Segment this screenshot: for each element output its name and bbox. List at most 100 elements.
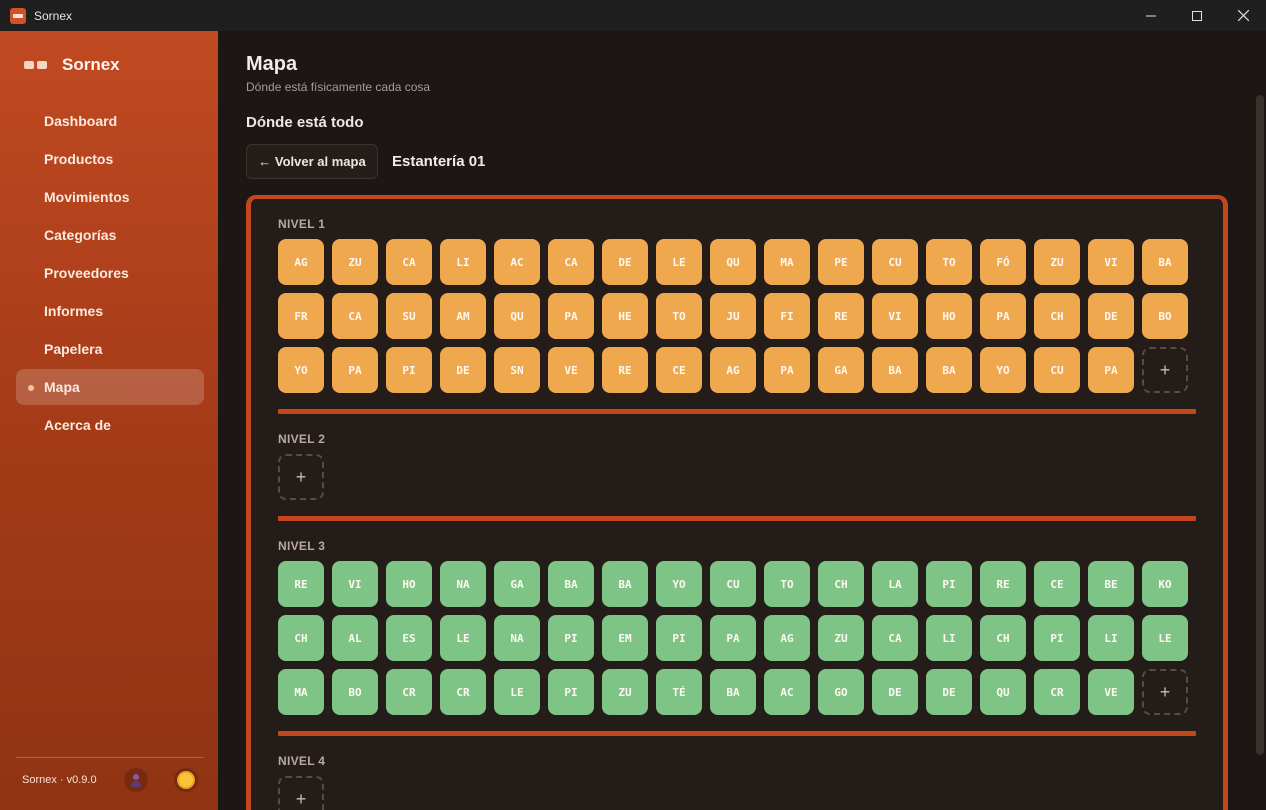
product-tile[interactable]: CU <box>872 239 918 285</box>
product-tile[interactable]: QU <box>710 239 756 285</box>
sidebar-item-proveedores[interactable]: Proveedores <box>16 255 204 291</box>
product-tile[interactable]: TO <box>926 239 972 285</box>
product-tile[interactable]: DE <box>602 239 648 285</box>
product-tile[interactable]: PI <box>386 347 432 393</box>
add-product-button[interactable]: + <box>278 776 324 810</box>
product-tile[interactable]: AG <box>278 239 324 285</box>
product-tile[interactable]: PA <box>980 293 1026 339</box>
product-tile[interactable]: LE <box>656 239 702 285</box>
vertical-scrollbar[interactable] <box>1256 95 1264 755</box>
product-tile[interactable]: HO <box>926 293 972 339</box>
product-tile[interactable]: VE <box>1088 669 1134 715</box>
product-tile[interactable]: HE <box>602 293 648 339</box>
product-tile[interactable]: AL <box>332 615 378 661</box>
product-tile[interactable]: CR <box>440 669 486 715</box>
product-tile[interactable]: GA <box>494 561 540 607</box>
product-tile[interactable]: LE <box>1142 615 1188 661</box>
product-tile[interactable]: PA <box>710 615 756 661</box>
add-product-button[interactable]: + <box>1142 669 1188 715</box>
product-tile[interactable]: RE <box>602 347 648 393</box>
product-tile[interactable]: YO <box>656 561 702 607</box>
sidebar-item-movimientos[interactable]: Movimientos <box>16 179 204 215</box>
product-tile[interactable]: CA <box>872 615 918 661</box>
product-tile[interactable]: PI <box>1034 615 1080 661</box>
product-tile[interactable]: AG <box>710 347 756 393</box>
product-tile[interactable]: DE <box>926 669 972 715</box>
product-tile[interactable]: NA <box>494 615 540 661</box>
product-tile[interactable]: YO <box>278 347 324 393</box>
product-tile[interactable]: CH <box>278 615 324 661</box>
product-tile[interactable]: CH <box>980 615 1026 661</box>
product-tile[interactable]: CA <box>386 239 432 285</box>
product-tile[interactable]: ZU <box>818 615 864 661</box>
product-tile[interactable]: AC <box>764 669 810 715</box>
product-tile[interactable]: LI <box>1088 615 1134 661</box>
sidebar-item-informes[interactable]: Informes <box>16 293 204 329</box>
product-tile[interactable]: VI <box>332 561 378 607</box>
product-tile[interactable]: AC <box>494 239 540 285</box>
maximize-icon[interactable] <box>1174 0 1220 31</box>
product-tile[interactable]: CE <box>656 347 702 393</box>
product-tile[interactable]: BA <box>548 561 594 607</box>
product-tile[interactable]: EM <box>602 615 648 661</box>
product-tile[interactable]: CH <box>818 561 864 607</box>
product-tile[interactable]: SN <box>494 347 540 393</box>
product-tile[interactable]: GO <box>818 669 864 715</box>
user-button[interactable] <box>124 768 148 792</box>
product-tile[interactable]: BA <box>602 561 648 607</box>
product-tile[interactable]: BA <box>1142 239 1188 285</box>
product-tile[interactable]: BA <box>710 669 756 715</box>
product-tile[interactable]: BO <box>1142 293 1188 339</box>
theme-toggle-button[interactable] <box>174 768 198 792</box>
product-tile[interactable]: PE <box>818 239 864 285</box>
product-tile[interactable]: TÉ <box>656 669 702 715</box>
sidebar-item-mapa[interactable]: Mapa <box>16 369 204 405</box>
product-tile[interactable]: LI <box>926 615 972 661</box>
minimize-icon[interactable] <box>1128 0 1174 31</box>
product-tile[interactable]: BE <box>1088 561 1134 607</box>
product-tile[interactable]: ZU <box>332 239 378 285</box>
back-to-map-button[interactable]: ← Volver al mapa <box>246 144 378 179</box>
product-tile[interactable]: AM <box>440 293 486 339</box>
product-tile[interactable]: CH <box>1034 293 1080 339</box>
product-tile[interactable]: RE <box>818 293 864 339</box>
product-tile[interactable]: PA <box>332 347 378 393</box>
product-tile[interactable]: RE <box>980 561 1026 607</box>
product-tile[interactable]: NA <box>440 561 486 607</box>
product-tile[interactable]: ZU <box>602 669 648 715</box>
product-tile[interactable]: LI <box>440 239 486 285</box>
product-tile[interactable]: SU <box>386 293 432 339</box>
product-tile[interactable]: PI <box>926 561 972 607</box>
close-icon[interactable] <box>1220 0 1266 31</box>
add-product-button[interactable]: + <box>1142 347 1188 393</box>
product-tile[interactable]: CR <box>1034 669 1080 715</box>
product-tile[interactable]: CU <box>1034 347 1080 393</box>
product-tile[interactable]: DE <box>440 347 486 393</box>
product-tile[interactable]: CA <box>548 239 594 285</box>
product-tile[interactable]: KO <box>1142 561 1188 607</box>
product-tile[interactable]: TO <box>764 561 810 607</box>
product-tile[interactable]: CU <box>710 561 756 607</box>
product-tile[interactable]: AG <box>764 615 810 661</box>
product-tile[interactable]: PA <box>764 347 810 393</box>
product-tile[interactable]: LE <box>494 669 540 715</box>
product-tile[interactable]: HO <box>386 561 432 607</box>
product-tile[interactable]: CR <box>386 669 432 715</box>
product-tile[interactable]: QU <box>980 669 1026 715</box>
product-tile[interactable]: PI <box>548 615 594 661</box>
product-tile[interactable]: MA <box>278 669 324 715</box>
product-tile[interactable]: ZU <box>1034 239 1080 285</box>
product-tile[interactable]: ES <box>386 615 432 661</box>
product-tile[interactable]: RE <box>278 561 324 607</box>
product-tile[interactable]: VI <box>1088 239 1134 285</box>
sidebar-item-productos[interactable]: Productos <box>16 141 204 177</box>
product-tile[interactable]: MA <box>764 239 810 285</box>
product-tile[interactable]: VE <box>548 347 594 393</box>
product-tile[interactable]: LA <box>872 561 918 607</box>
product-tile[interactable]: FÓ <box>980 239 1026 285</box>
product-tile[interactable]: FR <box>278 293 324 339</box>
product-tile[interactable]: BA <box>872 347 918 393</box>
product-tile[interactable]: DE <box>872 669 918 715</box>
product-tile[interactable]: CA <box>332 293 378 339</box>
product-tile[interactable]: BA <box>926 347 972 393</box>
